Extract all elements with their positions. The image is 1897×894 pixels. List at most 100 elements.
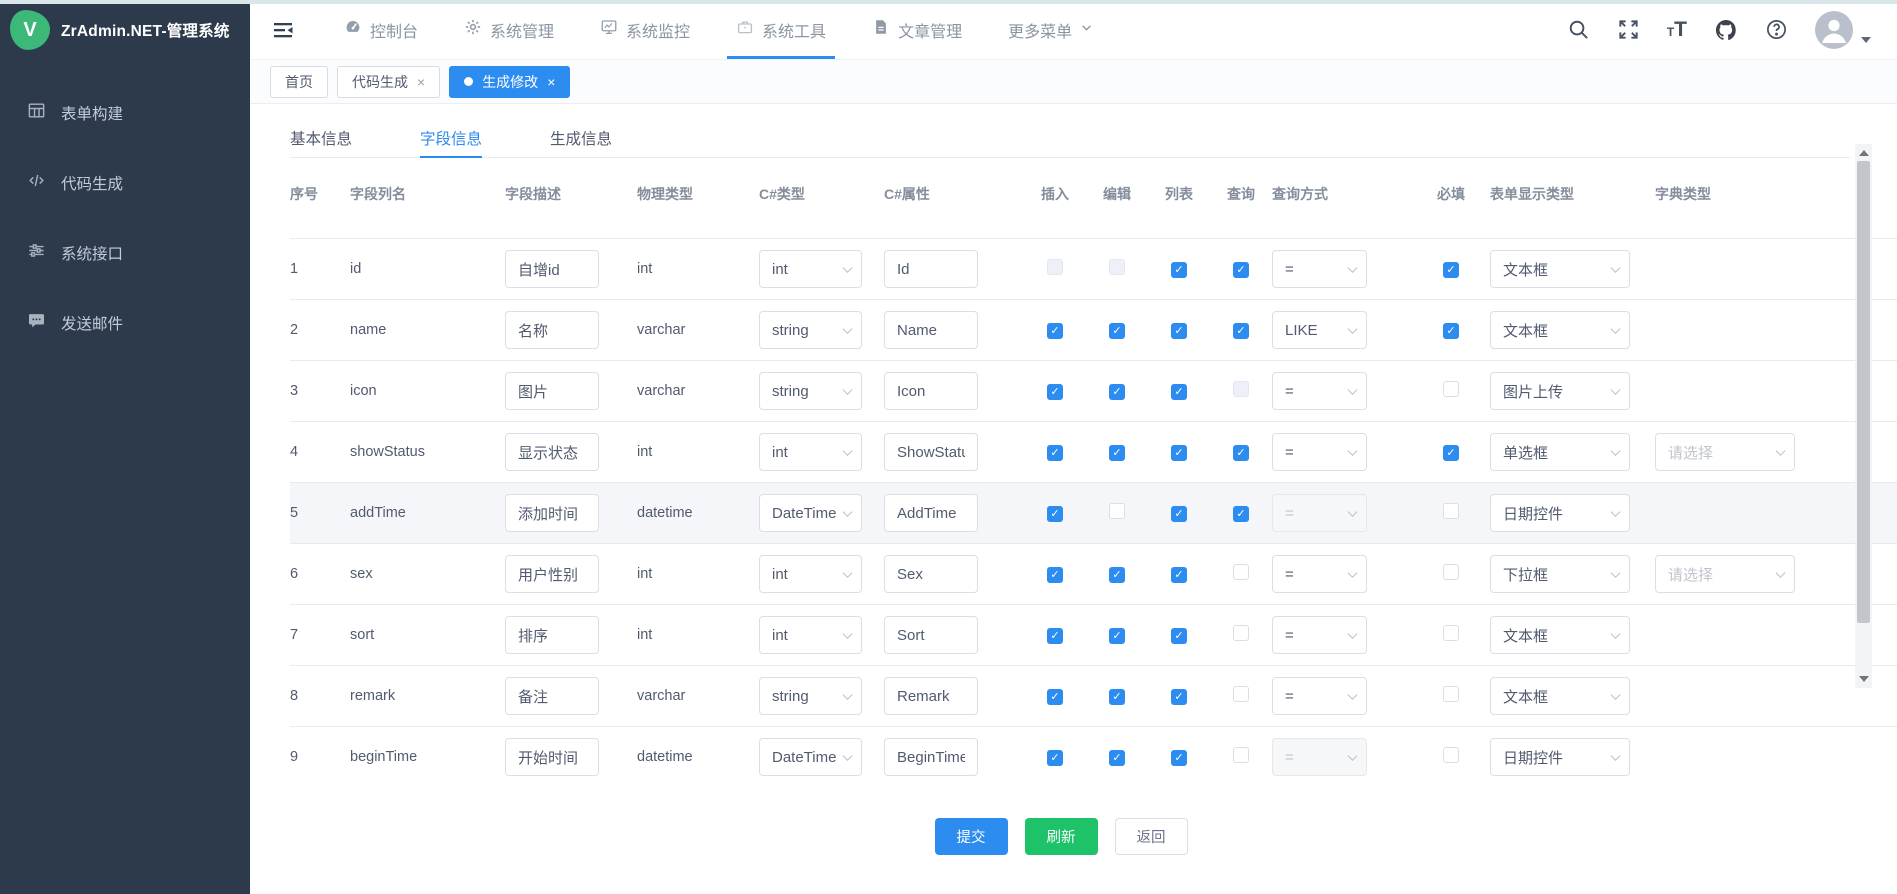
edit-checkbox[interactable]: ✓: [1109, 445, 1125, 461]
list-checkbox[interactable]: ✓: [1171, 445, 1187, 461]
display-type-select[interactable]: 文本框: [1490, 311, 1630, 349]
insert-checkbox[interactable]: ✓: [1047, 323, 1063, 339]
query-type-select[interactable]: LIKE: [1272, 311, 1367, 349]
required-checkbox[interactable]: [1443, 564, 1459, 580]
list-checkbox[interactable]: ✓: [1171, 323, 1187, 339]
query-type-select[interactable]: =: [1272, 616, 1367, 654]
help-icon[interactable]: [1765, 18, 1788, 41]
list-checkbox[interactable]: ✓: [1171, 567, 1187, 583]
column-desc-input[interactable]: [505, 433, 599, 471]
csharp-type-select[interactable]: string: [759, 311, 862, 349]
scroll-down-arrow-icon[interactable]: [1859, 676, 1869, 682]
insert-checkbox[interactable]: ✓: [1047, 567, 1063, 583]
sidebar-item-api[interactable]: 系统接口: [0, 218, 250, 288]
column-desc-input[interactable]: [505, 494, 599, 532]
required-checkbox[interactable]: [1443, 381, 1459, 397]
list-checkbox[interactable]: ✓: [1171, 262, 1187, 278]
insert-checkbox[interactable]: ✓: [1047, 689, 1063, 705]
insert-checkbox[interactable]: ✓: [1047, 445, 1063, 461]
query-checkbox[interactable]: ✓: [1233, 262, 1249, 278]
logo-row[interactable]: V ZrAdmin.NET-管理系统: [0, 0, 250, 60]
user-menu[interactable]: [1815, 11, 1871, 49]
csharp-prop-input[interactable]: [884, 555, 978, 593]
tab-field-info[interactable]: 字段信息: [420, 118, 482, 157]
display-type-select[interactable]: 下拉框: [1490, 555, 1630, 593]
query-checkbox[interactable]: [1233, 564, 1249, 580]
edit-checkbox[interactable]: ✓: [1109, 689, 1125, 705]
insert-checkbox[interactable]: [1047, 259, 1063, 275]
csharp-type-select[interactable]: int: [759, 433, 862, 471]
csharp-prop-input[interactable]: [884, 738, 978, 776]
required-checkbox[interactable]: [1443, 686, 1459, 702]
nav-item-dashboard[interactable]: 控制台: [321, 0, 441, 59]
required-checkbox[interactable]: ✓: [1443, 323, 1459, 339]
csharp-prop-input[interactable]: [884, 677, 978, 715]
insert-checkbox[interactable]: ✓: [1047, 628, 1063, 644]
column-desc-input[interactable]: [505, 738, 599, 776]
fullscreen-icon[interactable]: [1617, 18, 1640, 41]
insert-checkbox[interactable]: ✓: [1047, 750, 1063, 766]
edit-checkbox[interactable]: ✓: [1109, 323, 1125, 339]
required-checkbox[interactable]: [1443, 747, 1459, 763]
dict-type-select[interactable]: 请选择: [1655, 555, 1795, 593]
required-checkbox[interactable]: [1443, 503, 1459, 519]
display-type-select[interactable]: 图片上传: [1490, 372, 1630, 410]
nav-item-more-menu[interactable]: 更多菜单: [985, 0, 1116, 59]
query-checkbox[interactable]: [1233, 686, 1249, 702]
query-checkbox[interactable]: ✓: [1233, 506, 1249, 522]
query-type-select[interactable]: =: [1272, 250, 1367, 288]
list-checkbox[interactable]: ✓: [1171, 628, 1187, 644]
list-checkbox[interactable]: ✓: [1171, 750, 1187, 766]
refresh-button[interactable]: 刷新: [1025, 818, 1098, 855]
display-type-select[interactable]: 文本框: [1490, 616, 1630, 654]
display-type-select[interactable]: 单选框: [1490, 433, 1630, 471]
query-checkbox[interactable]: [1233, 747, 1249, 763]
tab-gen-info[interactable]: 生成信息: [550, 118, 612, 157]
list-checkbox[interactable]: ✓: [1171, 506, 1187, 522]
column-desc-input[interactable]: [505, 616, 599, 654]
edit-checkbox[interactable]: ✓: [1109, 628, 1125, 644]
csharp-prop-input[interactable]: [884, 494, 978, 532]
close-icon[interactable]: ×: [417, 75, 425, 89]
nav-item-system-admin[interactable]: 系统管理: [441, 0, 577, 59]
display-type-select[interactable]: 日期控件: [1490, 738, 1630, 776]
submit-button[interactable]: 提交: [935, 818, 1008, 855]
csharp-type-select[interactable]: int: [759, 555, 862, 593]
query-type-select[interactable]: =: [1272, 433, 1367, 471]
edit-checkbox[interactable]: ✓: [1109, 567, 1125, 583]
insert-checkbox[interactable]: ✓: [1047, 506, 1063, 522]
list-checkbox[interactable]: ✓: [1171, 384, 1187, 400]
github-icon[interactable]: [1714, 18, 1738, 42]
list-checkbox[interactable]: ✓: [1171, 689, 1187, 705]
tag-home[interactable]: 首页: [270, 66, 328, 98]
edit-checkbox[interactable]: ✓: [1109, 384, 1125, 400]
edit-checkbox[interactable]: [1109, 503, 1125, 519]
csharp-prop-input[interactable]: [884, 433, 978, 471]
column-desc-input[interactable]: [505, 677, 599, 715]
column-desc-input[interactable]: [505, 250, 599, 288]
csharp-prop-input[interactable]: [884, 616, 978, 654]
csharp-type-select[interactable]: DateTime: [759, 738, 862, 776]
csharp-type-select[interactable]: int: [759, 250, 862, 288]
scroll-up-arrow-icon[interactable]: [1859, 150, 1869, 156]
query-type-select[interactable]: =: [1272, 555, 1367, 593]
back-button[interactable]: 返回: [1115, 818, 1188, 855]
csharp-prop-input[interactable]: [884, 311, 978, 349]
column-desc-input[interactable]: [505, 311, 599, 349]
csharp-type-select[interactable]: int: [759, 616, 862, 654]
scrollbar-thumb[interactable]: [1857, 161, 1870, 623]
edit-checkbox[interactable]: ✓: [1109, 750, 1125, 766]
column-desc-input[interactable]: [505, 372, 599, 410]
tag-code-gen[interactable]: 代码生成 ×: [337, 66, 440, 98]
sidebar-item-form-builder[interactable]: 表单构建: [0, 78, 250, 148]
required-checkbox[interactable]: ✓: [1443, 445, 1459, 461]
menu-fold-icon[interactable]: [271, 18, 295, 42]
query-checkbox[interactable]: ✓: [1233, 445, 1249, 461]
tag-gen-edit[interactable]: 生成修改 ×: [449, 66, 570, 98]
dict-type-select[interactable]: 请选择: [1655, 433, 1795, 471]
required-checkbox[interactable]: [1443, 625, 1459, 641]
query-type-select[interactable]: =: [1272, 677, 1367, 715]
vertical-scrollbar[interactable]: [1855, 144, 1872, 688]
csharp-type-select[interactable]: DateTime: [759, 494, 862, 532]
sidebar-item-code-gen[interactable]: 代码生成: [0, 148, 250, 218]
